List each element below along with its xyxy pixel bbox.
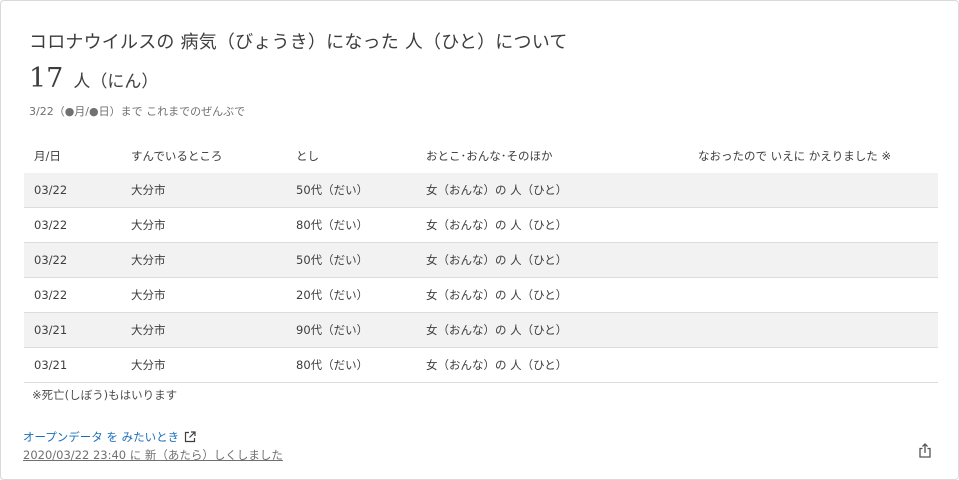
share-icon[interactable]	[918, 442, 932, 462]
table-row: 03/22 大分市 50代（だい） 女（おんな）の 人（ひと）	[24, 243, 938, 278]
table-header: 月/日 すんでいるところ とし おとこ･おんな･そのほか なおったので いえに …	[24, 138, 938, 173]
cell-place: 大分市	[131, 288, 166, 302]
table-row: 03/21 大分市 90代（だい） 女（おんな）の 人（ひと）	[24, 313, 938, 348]
header-recovered[interactable]: なおったので いえに かえりました ※	[688, 148, 938, 164]
cell-date: 03/21	[34, 323, 68, 337]
header-place[interactable]: すんでいるところ	[121, 148, 286, 164]
table-row: 03/22 大分市 20代（だい） 女（おんな）の 人（ひと）	[24, 278, 938, 313]
cell-sex: 女（おんな）の 人（ひと）	[426, 323, 568, 337]
cell-date: 03/22	[34, 183, 68, 197]
cell-place: 大分市	[131, 218, 166, 232]
header-date[interactable]: 月/日	[24, 148, 121, 164]
cell-place: 大分市	[131, 253, 166, 267]
header-age[interactable]: とし	[286, 148, 416, 164]
cell-sex: 女（おんな）の 人（ひと）	[426, 358, 568, 372]
external-link-icon[interactable]	[184, 431, 196, 443]
opendata-link-label[interactable]: オープンデータ を みたいとき	[23, 429, 179, 445]
table-row: 03/21 大分市 80代（だい） 女（おんな）の 人（ひと）	[24, 348, 938, 383]
table-row: 03/22 大分市 80代（だい） 女（おんな）の 人（ひと）	[24, 208, 938, 243]
cell-date: 03/21	[34, 358, 68, 372]
cell-age: 50代（だい）	[296, 253, 369, 267]
footnote: ※死亡(しぼう)もはいります	[32, 388, 178, 402]
cell-age: 20代（だい）	[296, 288, 369, 302]
cell-age: 80代（だい）	[296, 358, 369, 372]
cell-place: 大分市	[131, 183, 166, 197]
cell-date: 03/22	[34, 288, 68, 302]
cell-place: 大分市	[131, 358, 166, 372]
table-row: 03/22 大分市 50代（だい） 女（おんな）の 人（ひと）	[24, 173, 938, 208]
summary: 17 人（にん）	[29, 63, 158, 94]
cell-sex: 女（おんな）の 人（ひと）	[426, 253, 568, 267]
share-button[interactable]	[915, 442, 935, 462]
cell-age: 90代（だい）	[296, 323, 369, 337]
opendata-link[interactable]: オープンデータ を みたいとき	[23, 429, 196, 445]
cell-date: 03/22	[34, 253, 68, 267]
header-sex[interactable]: おとこ･おんな･そのほか	[416, 148, 688, 164]
card-title: コロナウイルスの 病気（びょうき）になった 人（ひと）について	[29, 32, 568, 53]
cell-sex: 女（おんな）の 人（ひと）	[426, 218, 568, 232]
patient-count: 17	[29, 63, 64, 94]
patients-table: 月/日 すんでいるところ とし おとこ･おんな･そのほか なおったので いえに …	[24, 138, 938, 383]
date-note: 3/22（●月/●日）まで これまでのぜんぶで	[29, 105, 246, 118]
cell-place: 大分市	[131, 323, 166, 337]
cell-sex: 女（おんな）の 人（ひと）	[426, 288, 568, 302]
patient-count-unit: 人（にん）	[73, 72, 159, 92]
cell-age: 50代（だい）	[296, 183, 369, 197]
patients-card: コロナウイルスの 病気（びょうき）になった 人（ひと）について 17 人（にん）…	[0, 0, 959, 480]
cell-sex: 女（おんな）の 人（ひと）	[426, 183, 568, 197]
cell-age: 80代（だい）	[296, 218, 369, 232]
last-updated: 2020/03/22 23:40 に 新（あたら）しくしました	[23, 448, 283, 462]
cell-date: 03/22	[34, 218, 68, 232]
